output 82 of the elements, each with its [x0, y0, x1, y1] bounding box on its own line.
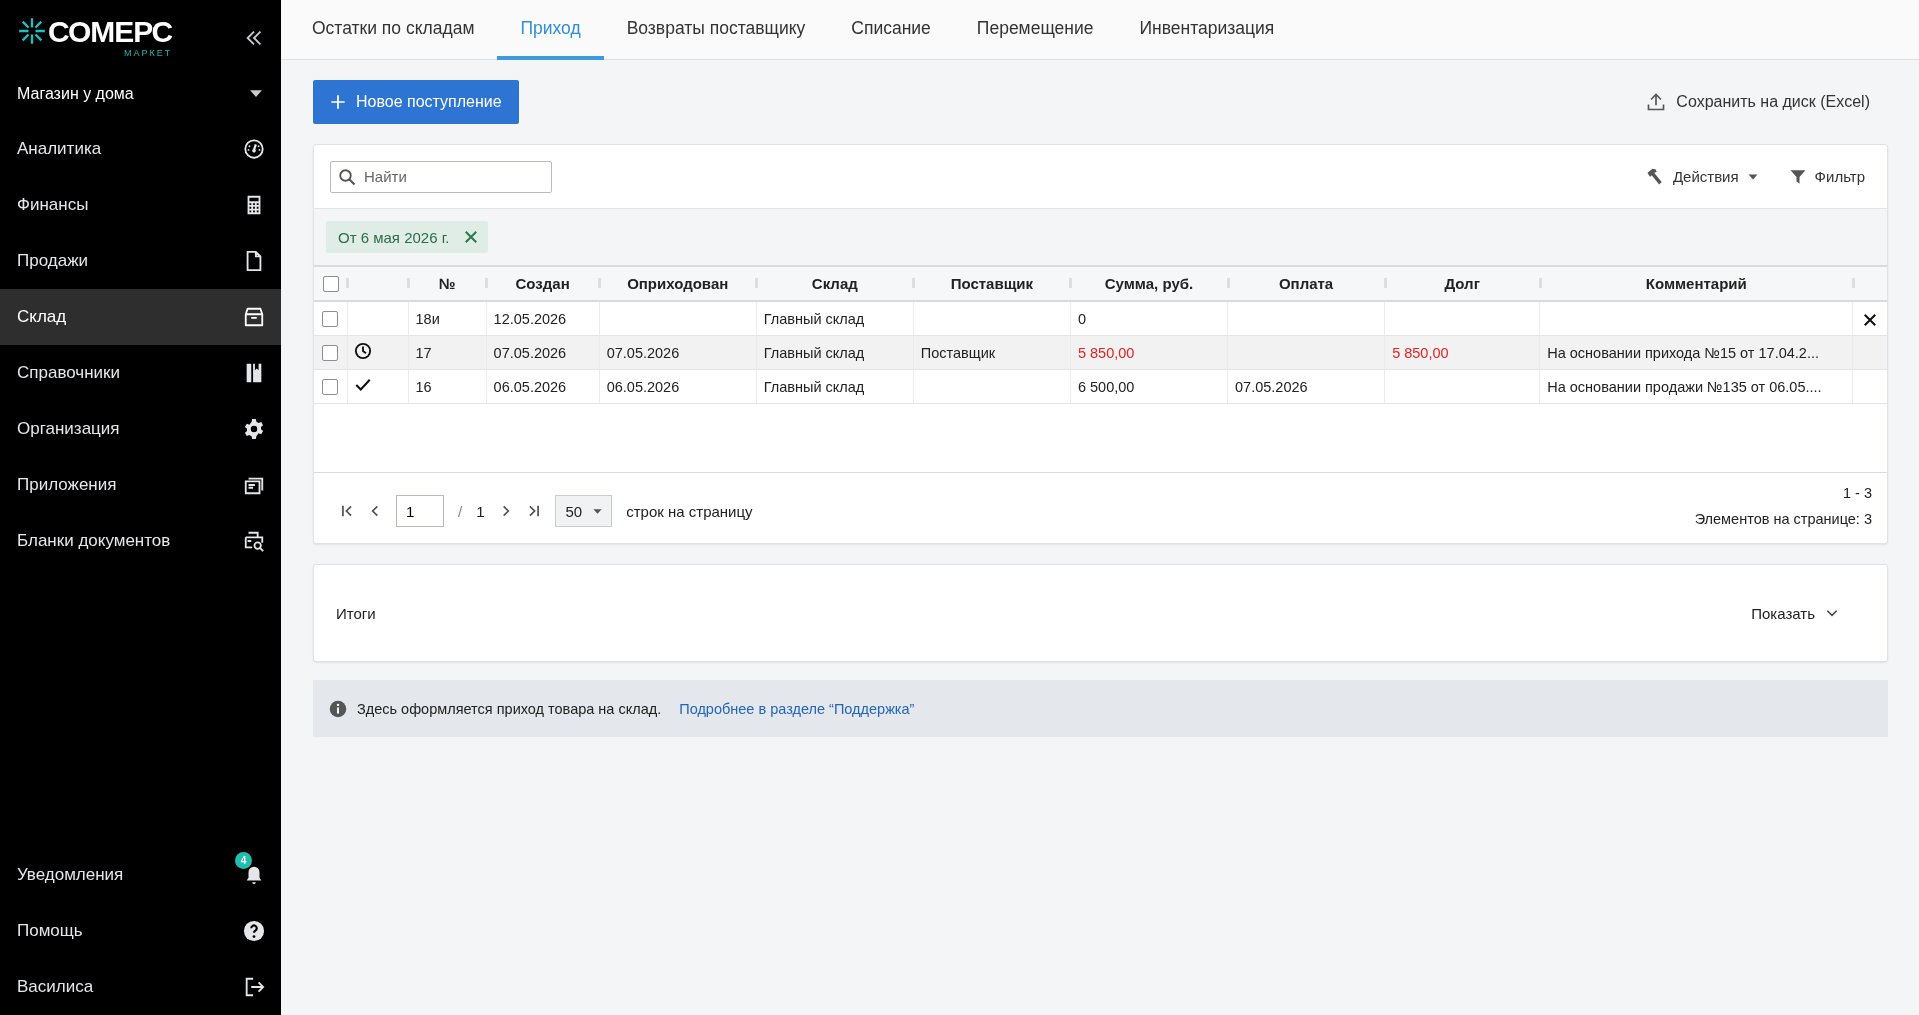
star-icon [18, 17, 46, 45]
upload-icon [1646, 92, 1667, 112]
table-cell: 18и [415, 310, 440, 327]
logout-icon [243, 976, 265, 998]
table-cell: Главный склад [763, 344, 865, 361]
info-text: Здесь оформляется приход товара на склад. [357, 700, 662, 717]
column-header: Оприходован [627, 275, 729, 292]
actions-button[interactable]: Действия [1644, 166, 1759, 187]
table-cell: 07.05.2026 [606, 344, 680, 361]
column-header: Комментарий [1645, 275, 1747, 292]
table-cell: 0 [1077, 310, 1086, 327]
column-header: Долг [1444, 275, 1480, 292]
gauge-icon [243, 138, 265, 160]
table-cell: На основании продажи №135 от 06.05.... [1547, 378, 1822, 395]
sidebar-item[interactable]: Бланки документов [0, 513, 281, 569]
column-header: Оплата [1278, 275, 1334, 292]
column-header: Сумма, руб. [1104, 275, 1194, 292]
table-cell: 5 850,00 [1077, 344, 1135, 361]
printer-icon [243, 530, 265, 552]
tab[interactable]: Списание [828, 0, 954, 60]
column-header: № [438, 275, 456, 292]
tab[interactable]: Инвентаризация [1116, 0, 1298, 60]
select-all-checkbox[interactable] [322, 275, 339, 292]
table-cell: 5 850,00 [1392, 344, 1449, 361]
column-header: Склад [811, 275, 858, 292]
store-selector[interactable]: Магазин у дома [0, 67, 281, 121]
column-header: Поставщик [950, 275, 1034, 292]
sidebar-item[interactable]: Приложения [0, 457, 281, 513]
box-icon [243, 306, 265, 328]
total-pages: 1 [476, 502, 485, 520]
close-icon[interactable] [1863, 312, 1878, 327]
filter-chip[interactable]: От 6 мая 2026 г. [326, 221, 488, 253]
row-checkbox[interactable] [322, 310, 339, 327]
table-cell: 06.05.2026 [493, 378, 567, 395]
table-cell: 07.05.2026 [1235, 378, 1308, 395]
table-cell: 07.05.2026 [493, 344, 567, 361]
tab[interactable]: Возвраты поставщику [603, 0, 829, 60]
item-count: Элементов на странице: 3 [1694, 511, 1872, 527]
table-cell: 06.05.2026 [606, 378, 680, 395]
plus-icon [330, 94, 346, 110]
info-icon [329, 699, 347, 718]
first-page-icon[interactable] [340, 504, 354, 518]
sidebar-item[interactable]: Василиса [0, 959, 281, 1015]
export-button[interactable]: Сохранить на диск (Excel) [1640, 91, 1888, 113]
page-size-label: строк на страницу [626, 502, 753, 520]
gear-icon [243, 418, 265, 440]
new-receipt-button[interactable]: Новое поступление [313, 80, 519, 124]
table-cell: Главный склад [763, 378, 865, 395]
sidebar-item[interactable]: Склад [0, 289, 281, 345]
table-cell: 6 500,00 [1077, 378, 1135, 395]
column-header: Создан [515, 275, 570, 292]
table-cell: Главный склад [763, 310, 865, 327]
sidebar-item[interactable]: Аналитика [0, 121, 281, 177]
page-size-select[interactable]: 50 [554, 495, 613, 527]
table-cell: Поставщик [920, 344, 996, 361]
page-separator: / [458, 502, 463, 520]
notification-badge: 4 [235, 852, 252, 869]
show-toggle[interactable]: Показать [1745, 603, 1845, 623]
sidebar-item[interactable]: Уведомления 4 [0, 847, 281, 903]
sidebar-item[interactable]: Организация [0, 401, 281, 457]
range-label: 1 - 3 [1843, 485, 1872, 501]
page-input[interactable]: 1 [396, 495, 444, 527]
sidebar-item[interactable]: Финансы [0, 177, 281, 233]
sidebar-item[interactable]: Справочники [0, 345, 281, 401]
row-checkbox[interactable] [322, 378, 339, 395]
table-cell: 12.05.2026 [493, 310, 567, 327]
tab[interactable]: Перемещение [953, 0, 1117, 60]
filter-button[interactable]: Фильтр [1788, 167, 1865, 186]
funnel-icon [1788, 167, 1807, 186]
table-cell: 16 [415, 378, 432, 395]
row-checkbox[interactable] [322, 344, 339, 361]
logo: СОМЕРС МАРКЕТ [18, 17, 173, 58]
sidebar-item[interactable]: Помощь [0, 903, 281, 959]
help-icon [243, 920, 265, 942]
table-cell: На основании прихода №15 от 17.04.2... [1547, 344, 1819, 361]
table-cell: 17 [415, 344, 432, 361]
tab[interactable]: Остатки по складам [289, 0, 498, 60]
search-field[interactable]: Найти [330, 160, 552, 193]
search-icon [338, 167, 356, 186]
support-link[interactable]: Подробнее в разделе “Поддержка” [679, 700, 915, 717]
sidebar-item[interactable]: Продажи [0, 233, 281, 289]
totals-title: Итоги [336, 604, 376, 622]
